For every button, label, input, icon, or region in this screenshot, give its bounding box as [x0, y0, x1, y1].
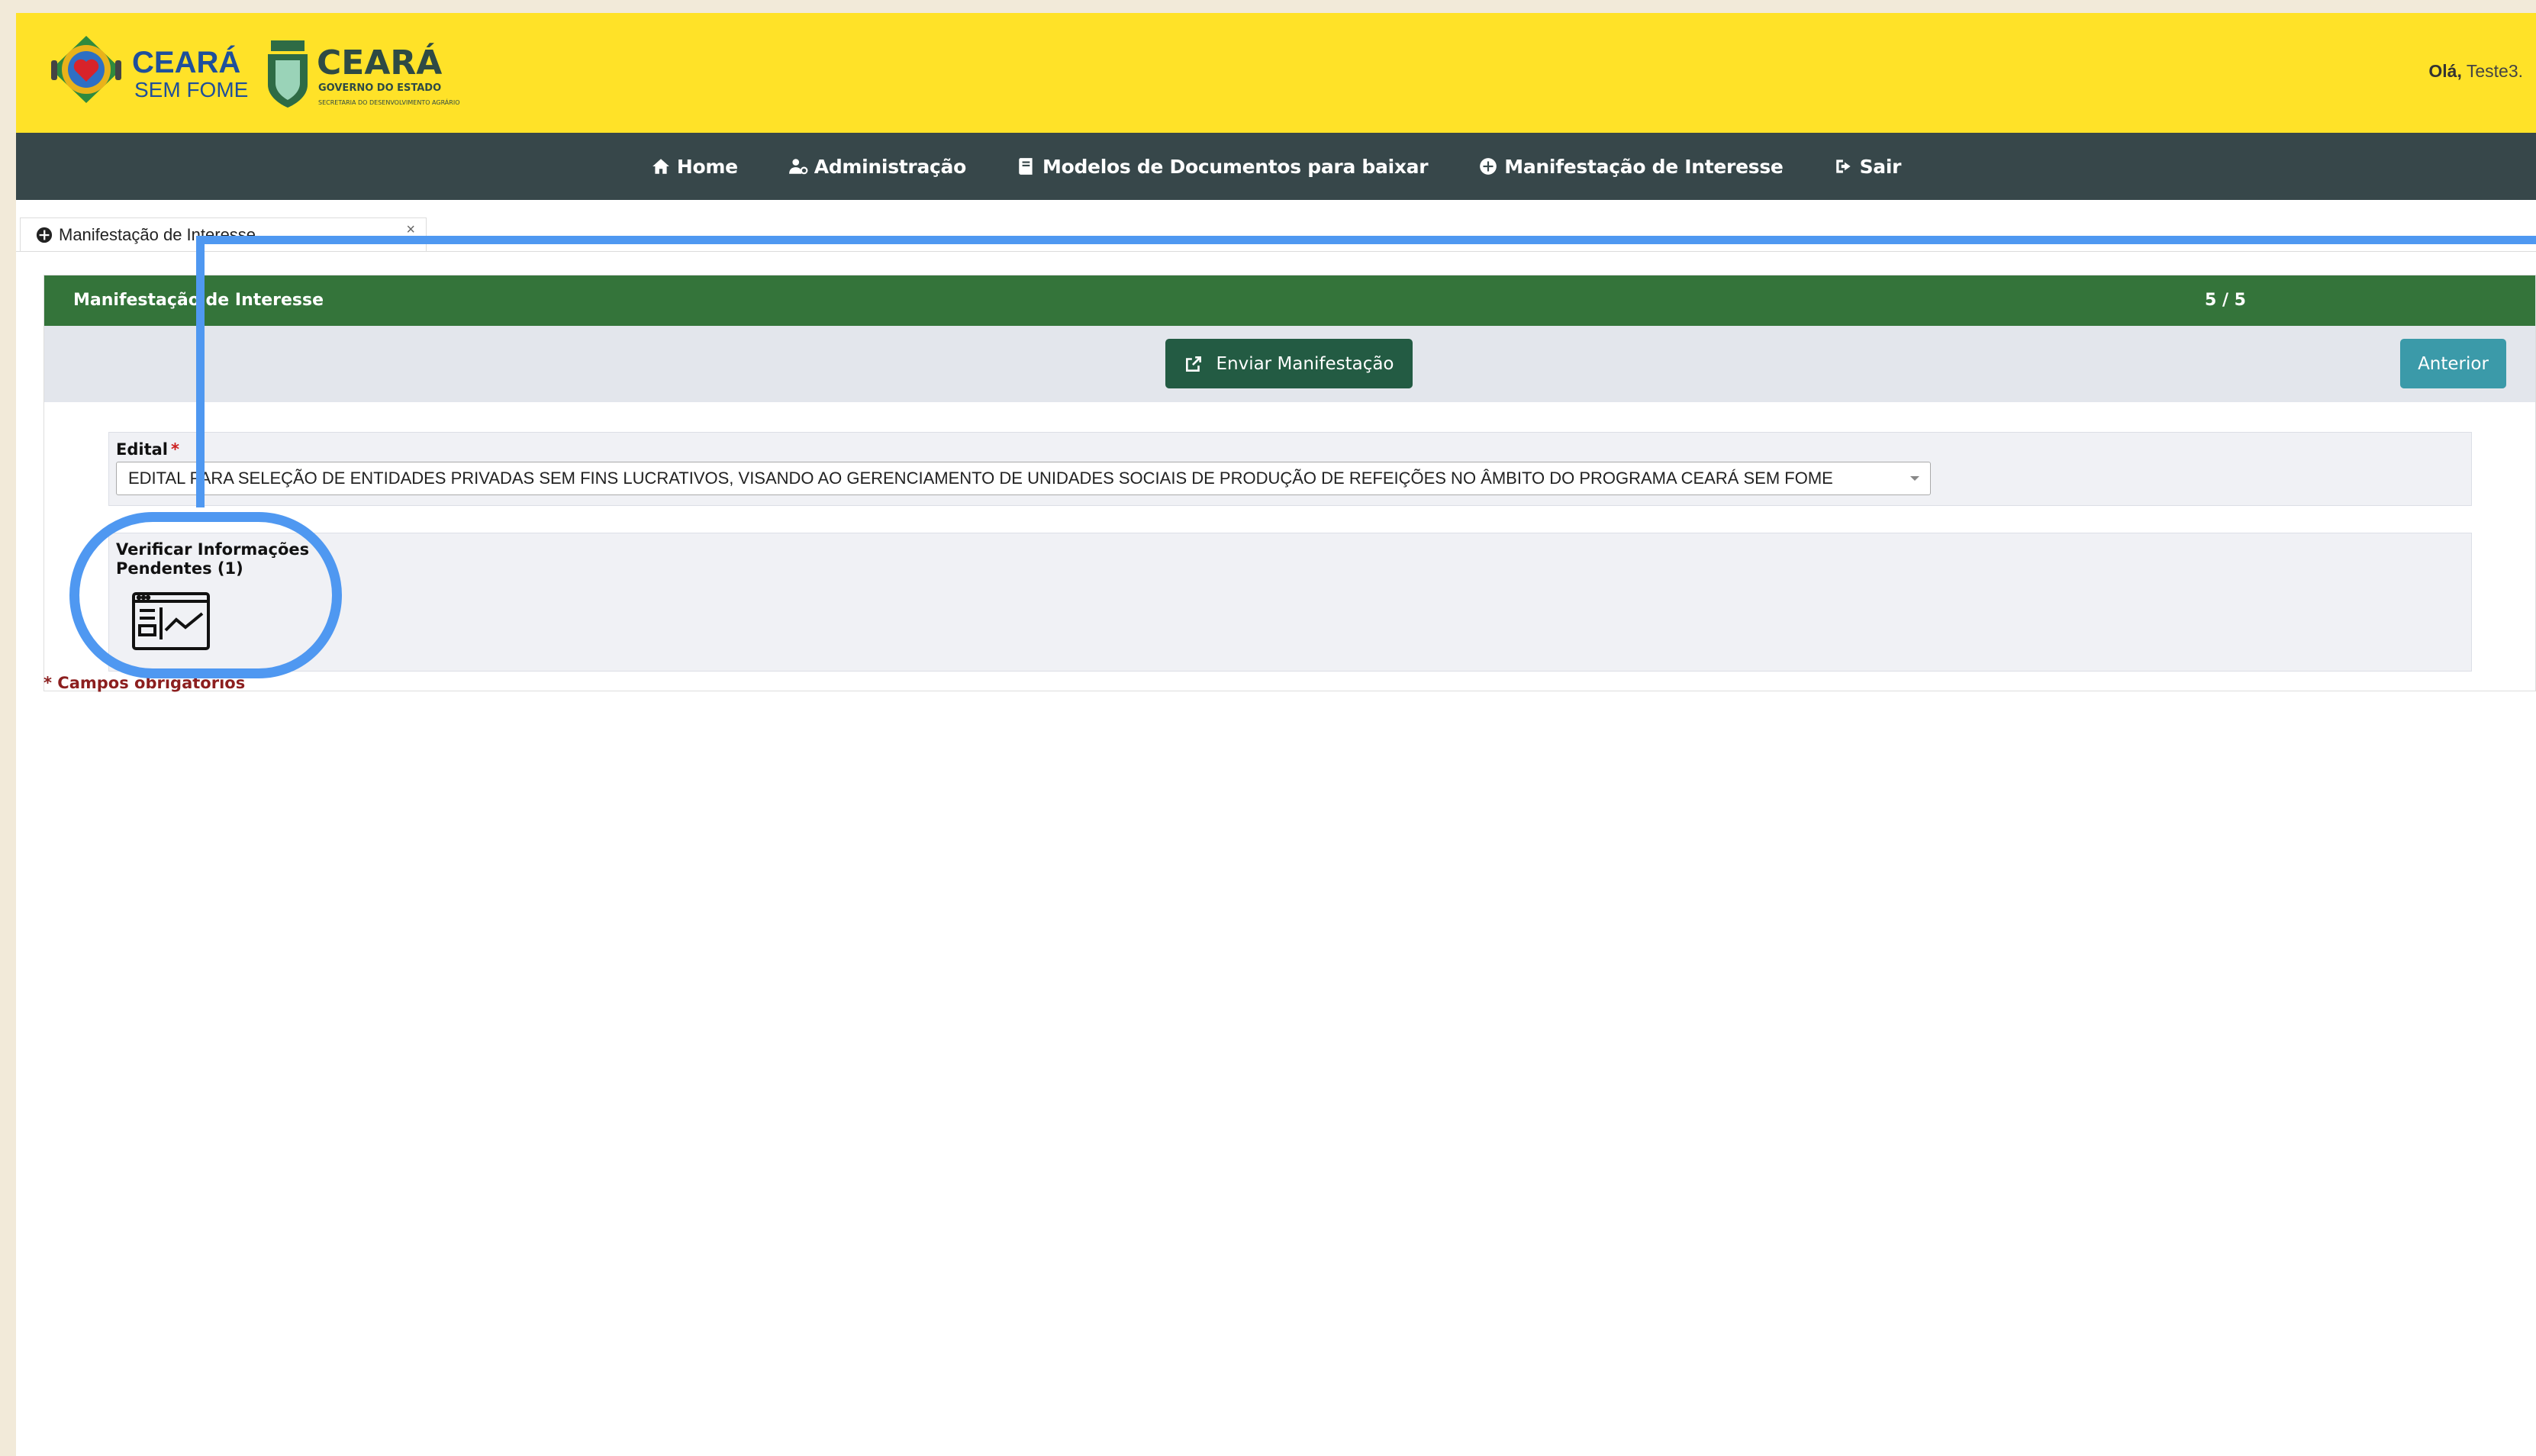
nav-administracao-label: Administração [814, 155, 967, 178]
site-header: CEARÁ SEM FOME CEARÁ GOVERNO DO ESTADO S… [16, 13, 2536, 133]
book-icon [1019, 158, 1033, 175]
anterior-button[interactable]: Anterior [2400, 339, 2506, 388]
chevron-down-icon [1910, 476, 1919, 481]
edital-field-group: Edital * EDITAL PARA SELEÇÃO DE ENTIDADES… [108, 432, 2472, 506]
nav-home[interactable]: Home [651, 156, 738, 178]
edital-label-text: Edital [116, 440, 168, 459]
edital-select[interactable]: EDITAL PARA SELEÇÃO DE ENTIDADES PRIVADA… [116, 462, 1931, 495]
user-gear-icon [788, 159, 808, 175]
plus-circle-icon [1480, 158, 1497, 175]
nav-sair-label: Sair [1859, 155, 1902, 178]
nav-sair[interactable]: Sair [1834, 155, 1902, 178]
main-navbar: Home Administração Modelos de Documentos… [16, 133, 2536, 200]
brand-secondary-text: SEM FOME [134, 78, 248, 101]
governo-ceara-logo[interactable]: CEARÁ GOVERNO DO ESTADO SECRETARIA DO DE… [262, 34, 491, 134]
step-counter: 5 / 5 [2205, 291, 2246, 310]
brand-primary-text: CEARÁ [132, 45, 240, 79]
plus-circle-icon [36, 227, 53, 243]
gov-title-text: CEARÁ [317, 42, 442, 82]
nav-manifestacao-interesse[interactable]: Manifestação de Interesse [1478, 155, 1784, 178]
annotation-highlight-ring [69, 512, 342, 678]
gov-secretary-text: SECRETARIA DO DESENVOLVIMENTO AGRÁRIO [318, 98, 460, 106]
tab-divider [16, 251, 2536, 252]
nav-home-label: Home [676, 155, 738, 178]
user-greeting: Olá, Teste3. [2428, 61, 2523, 82]
share-export-icon [1186, 356, 1202, 372]
enviar-manifestacao-button[interactable]: Enviar Manifestação [1165, 339, 1413, 388]
pending-info-group: Verificar Informações Pendentes (1) [108, 533, 2472, 672]
ceara-sem-fome-logo[interactable]: CEARÁ SEM FOME [48, 33, 277, 132]
sign-out-icon [1835, 159, 1851, 173]
panel-header: Manifestação de Interesse 5 / 5 [44, 275, 2535, 326]
edital-selected-value: EDITAL PARA SELEÇÃO DE ENTIDADES PRIVADA… [128, 469, 1833, 488]
annotation-line-vertical [196, 236, 205, 507]
nav-modelos-documentos[interactable]: Modelos de Documentos para baixar [1017, 155, 1429, 178]
enviar-manifestacao-label: Enviar Manifestação [1216, 353, 1394, 374]
app-window: CEARÁ SEM FOME CEARÁ GOVERNO DO ESTADO S… [16, 13, 2536, 1456]
wizard-actions-bar: Enviar Manifestação Anterior [44, 326, 2535, 402]
nav-manifestacao-label: Manifestação de Interesse [1504, 155, 1784, 178]
edital-label: Edital * [116, 440, 179, 459]
tab-manifestacao-interesse[interactable]: Manifestação de Interesse × [20, 217, 427, 251]
required-star: * [170, 440, 179, 459]
gov-subtitle-text: GOVERNO DO ESTADO [318, 82, 441, 94]
greeting-prefix: Olá, [2428, 61, 2462, 81]
home-icon [653, 159, 669, 174]
nav-modelos-label: Modelos de Documentos para baixar [1042, 155, 1429, 178]
manifestacao-panel: Manifestação de Interesse 5 / 5 Enviar M… [44, 275, 2536, 691]
annotation-line-horizontal [196, 236, 2536, 244]
nav-administracao[interactable]: Administração [788, 156, 966, 178]
user-name: Teste3. [2466, 61, 2523, 81]
